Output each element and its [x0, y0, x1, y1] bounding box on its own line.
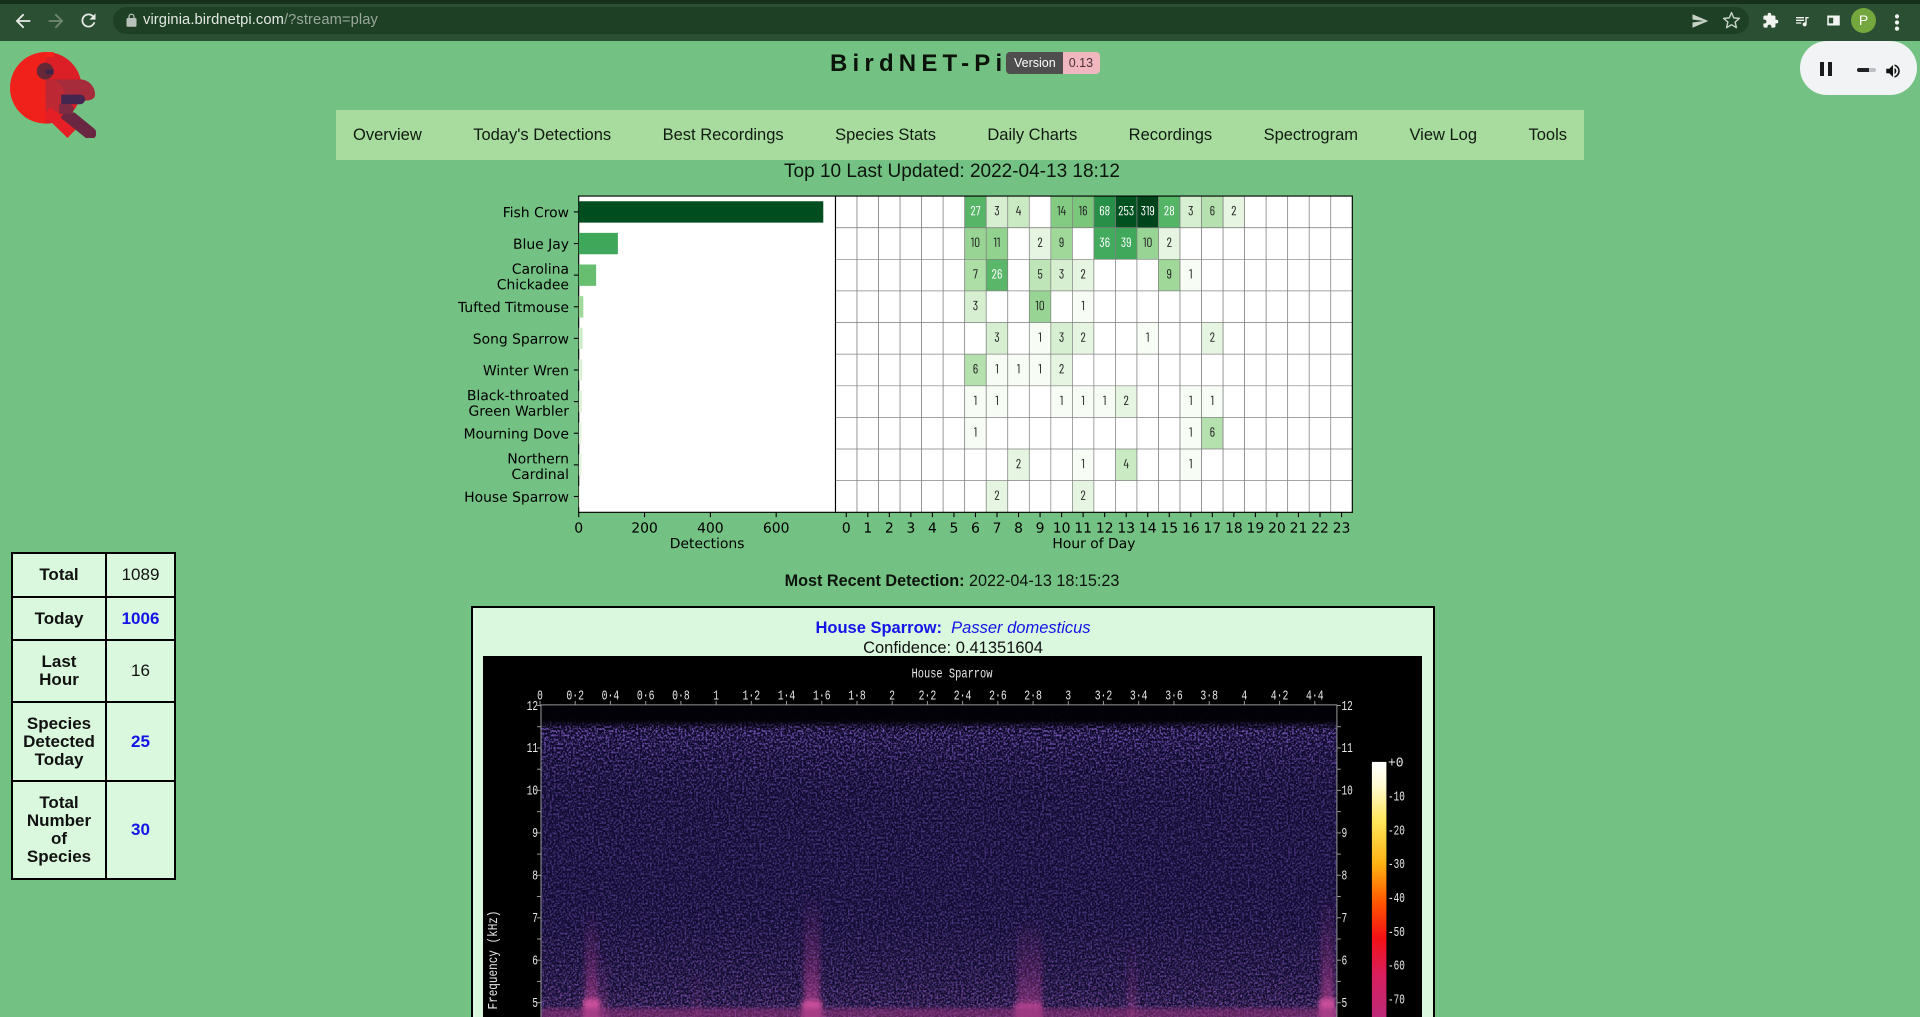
svg-text:-50: -50 [1388, 925, 1405, 941]
svg-text:-40: -40 [1388, 891, 1405, 907]
svg-text:4·2: 4·2 [1271, 689, 1289, 705]
svg-text:1·6: 1·6 [813, 689, 831, 705]
svg-text:Frequency (kHz): Frequency (kHz) [486, 911, 502, 1010]
svg-text:-20: -20 [1388, 823, 1405, 839]
svg-text:12: 12 [1342, 699, 1353, 715]
svg-text:0·4: 0·4 [602, 689, 620, 705]
svg-text:0·8: 0·8 [672, 689, 690, 705]
svg-text:House Sparrow: House Sparrow [912, 667, 993, 683]
svg-text:9: 9 [1342, 826, 1348, 842]
svg-text:2: 2 [889, 689, 895, 705]
svg-text:10: 10 [527, 784, 538, 800]
svg-text:-70: -70 [1388, 993, 1405, 1009]
svg-text:3·4: 3·4 [1130, 689, 1148, 705]
svg-text:0·2: 0·2 [566, 689, 584, 705]
svg-text:9: 9 [532, 826, 538, 842]
svg-text:8: 8 [1342, 869, 1348, 885]
svg-text:7: 7 [532, 911, 538, 927]
svg-text:12: 12 [527, 699, 538, 715]
svg-text:1·8: 1·8 [848, 689, 866, 705]
svg-text:3·6: 3·6 [1165, 689, 1183, 705]
svg-text:1: 1 [713, 689, 719, 705]
svg-text:3·8: 3·8 [1200, 689, 1218, 705]
svg-text:11: 11 [1342, 741, 1353, 757]
svg-text:0·6: 0·6 [637, 689, 655, 705]
svg-text:6: 6 [1342, 954, 1348, 970]
svg-text:4: 4 [1242, 689, 1248, 705]
svg-text:3: 3 [1065, 689, 1071, 705]
svg-text:2·6: 2·6 [989, 689, 1007, 705]
svg-text:-30: -30 [1388, 857, 1405, 873]
svg-text:2·4: 2·4 [954, 689, 972, 705]
svg-text:10: 10 [1342, 784, 1353, 800]
svg-text:1·2: 1·2 [743, 689, 761, 705]
svg-text:5: 5 [1342, 996, 1348, 1012]
svg-text:6: 6 [532, 954, 538, 970]
svg-text:8: 8 [532, 869, 538, 885]
svg-text:4·4: 4·4 [1306, 689, 1324, 705]
svg-text:3·2: 3·2 [1095, 689, 1113, 705]
svg-text:2·2: 2·2 [919, 689, 937, 705]
svg-text:+0: +0 [1388, 756, 1404, 772]
svg-text:-60: -60 [1388, 959, 1405, 975]
svg-text:1·4: 1·4 [778, 689, 796, 705]
svg-text:5: 5 [532, 996, 538, 1012]
svg-text:11: 11 [527, 741, 538, 757]
svg-text:2·8: 2·8 [1024, 689, 1042, 705]
svg-text:-10: -10 [1388, 790, 1405, 806]
svg-text:7: 7 [1342, 911, 1348, 927]
